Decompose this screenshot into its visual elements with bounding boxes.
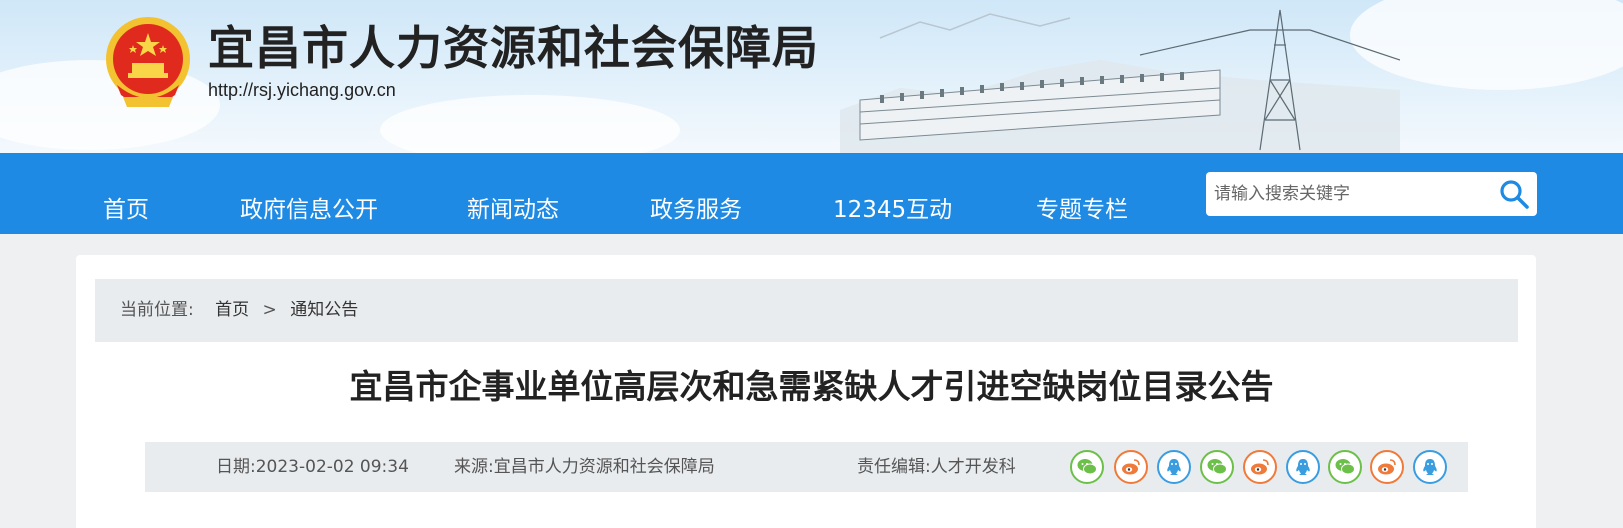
breadcrumb: 当前位置: 首页 > 通知公告 — [95, 279, 1518, 342]
share-qq-button[interactable] — [1413, 450, 1447, 484]
wechat-icon — [1207, 459, 1227, 475]
qq-icon — [1423, 459, 1437, 475]
wechat-icon — [1077, 459, 1097, 475]
nav-item-12345[interactable]: 12345互动 — [833, 195, 952, 225]
nav-item-services[interactable]: 政务服务 — [650, 195, 742, 225]
site-title: 宜昌市人力资源和社会保障局 — [208, 21, 819, 75]
article-title: 宜昌市企事业单位高层次和急需紧缺人才引进空缺岗位目录公告 — [349, 367, 1274, 406]
breadcrumb-label: 当前位置: — [120, 300, 194, 320]
article-date: 日期:2023-02-02 09:34 — [216, 457, 409, 477]
share-wechat-button[interactable] — [1328, 450, 1362, 484]
breadcrumb-current-link[interactable]: 通知公告 — [290, 279, 358, 342]
share-weibo-button[interactable] — [1370, 450, 1404, 484]
share-qq-button[interactable] — [1286, 450, 1320, 484]
nav-item-topics[interactable]: 专题专栏 — [1036, 195, 1128, 225]
weibo-icon — [1122, 459, 1140, 475]
nav-item-gov-info[interactable]: 政府信息公开 — [240, 195, 378, 225]
breadcrumb-separator: > — [262, 300, 277, 320]
wechat-icon — [1335, 459, 1355, 475]
share-qq-button[interactable] — [1157, 450, 1191, 484]
qq-icon — [1296, 459, 1310, 475]
qq-icon — [1167, 459, 1181, 475]
weibo-icon — [1251, 459, 1269, 475]
national-emblem-logo — [106, 17, 190, 107]
article-editor: 责任编辑:人才开发科 — [857, 457, 1016, 477]
share-weibo-button[interactable] — [1114, 450, 1148, 484]
dam-scenery-image — [840, 9, 1400, 153]
weibo-icon — [1378, 459, 1396, 475]
search-box — [1206, 172, 1537, 216]
site-url: http://rsj.yichang.gov.cn — [208, 80, 396, 100]
nav-item-news[interactable]: 新闻动态 — [467, 195, 559, 225]
share-weibo-button[interactable] — [1243, 450, 1277, 484]
search-input[interactable] — [1210, 176, 1490, 212]
cloud-decoration — [380, 95, 680, 153]
breadcrumb-home-link[interactable]: 首页 — [215, 279, 249, 342]
search-icon[interactable] — [1498, 178, 1530, 210]
share-wechat-button[interactable] — [1200, 450, 1234, 484]
nav-item-home[interactable]: 首页 — [103, 195, 149, 225]
share-wechat-button[interactable] — [1070, 450, 1104, 484]
article-source: 来源:宜昌市人力资源和社会保障局 — [454, 457, 715, 477]
site-header-banner: 宜昌市人力资源和社会保障局 http://rsj.yichang.gov.cn — [0, 0, 1623, 153]
